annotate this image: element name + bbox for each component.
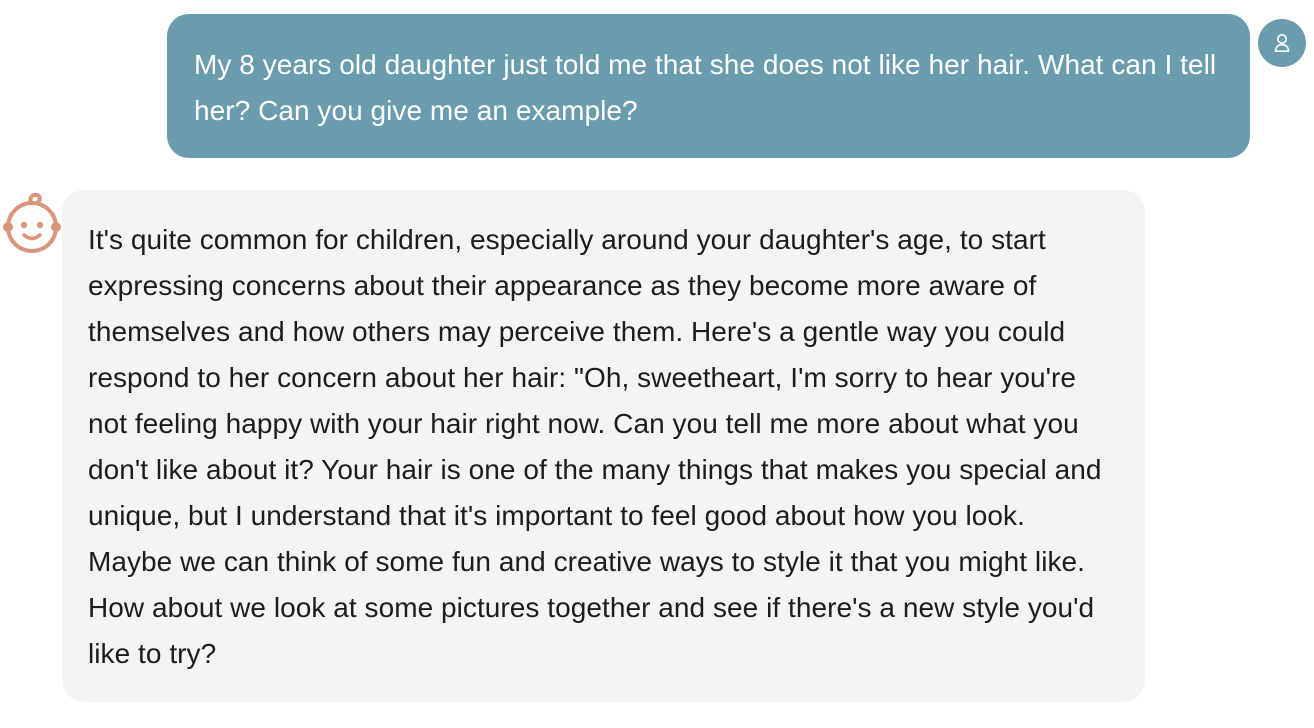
user-message-row: My 8 years old daughter just told me tha… [0,0,1314,170]
assistant-avatar [0,190,64,256]
assistant-message-row: It's quite common for children, especial… [0,180,1314,728]
baby-face-icon [3,192,61,253]
user-message-bubble: My 8 years old daughter just told me tha… [167,14,1250,158]
user-icon [1274,34,1290,52]
user-avatar [1258,19,1306,67]
chat-transcript: My 8 years old daughter just told me tha… [0,0,1314,728]
assistant-message-bubble: It's quite common for children, especial… [62,190,1145,702]
